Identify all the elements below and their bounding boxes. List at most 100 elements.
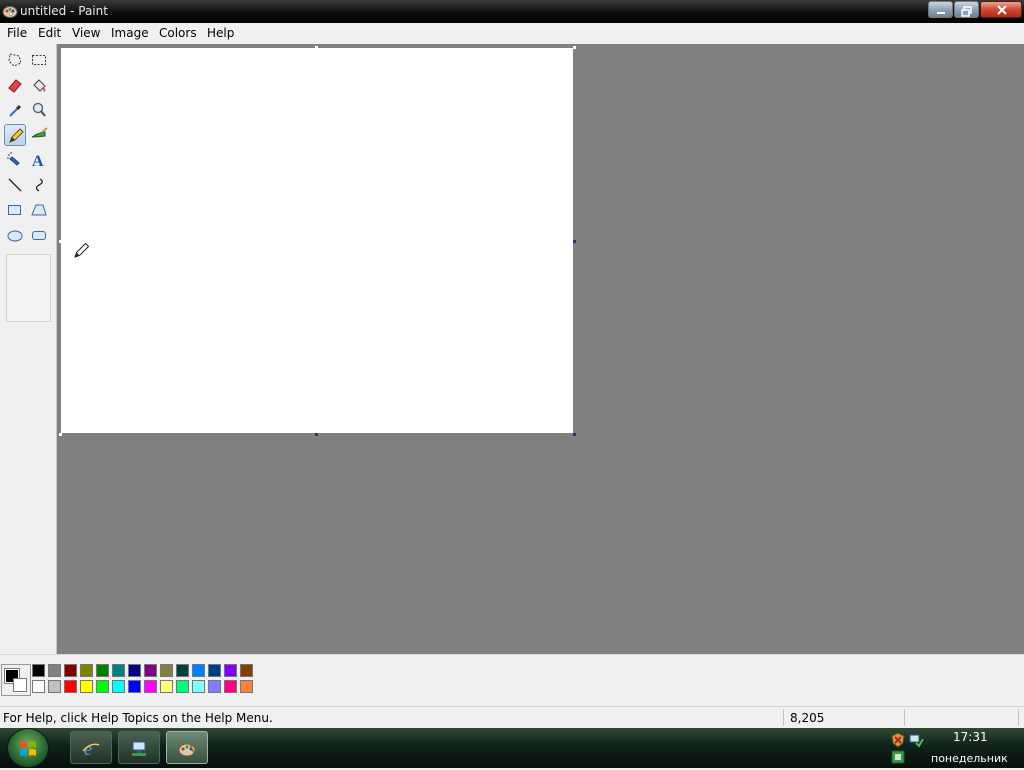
internet-explorer-icon: e <box>82 739 100 759</box>
start-button[interactable] <box>8 729 48 767</box>
brush-icon <box>31 127 48 138</box>
color-swatch[interactable] <box>64 680 77 693</box>
color-swatch[interactable] <box>240 664 253 677</box>
current-colors[interactable] <box>1 664 31 696</box>
clock-day[interactable]: понедельник <box>931 752 1008 765</box>
tool-fill[interactable] <box>28 74 50 96</box>
minimize-button[interactable] <box>928 1 953 18</box>
network-status-icon[interactable] <box>908 732 924 748</box>
title-bar[interactable]: untitled - Paint <box>0 0 1024 23</box>
background-color <box>13 678 27 692</box>
taskbar-paint[interactable] <box>166 731 208 764</box>
drawing-canvas[interactable] <box>61 48 573 433</box>
tool-pencil[interactable] <box>4 124 26 146</box>
color-swatch[interactable] <box>80 664 93 677</box>
tool-line[interactable] <box>4 174 26 196</box>
color-swatch[interactable] <box>176 664 189 677</box>
color-swatch[interactable] <box>48 664 61 677</box>
menu-colors[interactable]: Colors <box>159 26 197 40</box>
tool-text[interactable]: A <box>28 149 50 171</box>
tool-rectangle[interactable] <box>4 199 26 221</box>
menu-image[interactable]: Image <box>111 26 149 40</box>
fill-bucket-icon <box>33 79 46 92</box>
tool-polygon[interactable] <box>28 199 50 221</box>
polygon-icon <box>31 204 47 216</box>
color-swatch[interactable] <box>208 680 221 693</box>
status-separator <box>1018 709 1019 726</box>
menu-view[interactable]: View <box>72 26 100 40</box>
color-swatch[interactable] <box>32 664 45 677</box>
color-swatch[interactable] <box>208 664 221 677</box>
color-swatch[interactable] <box>96 680 109 693</box>
color-swatch[interactable] <box>224 680 237 693</box>
color-swatch[interactable] <box>64 664 77 677</box>
color-swatch[interactable] <box>192 680 205 693</box>
status-separator <box>783 709 784 726</box>
pencil-cursor-icon <box>74 242 90 258</box>
resize-handle-bottom[interactable] <box>315 433 318 436</box>
window-title: untitled - Paint <box>20 4 108 18</box>
color-swatch[interactable] <box>80 680 93 693</box>
status-bar: For Help, click Help Topics on the Help … <box>0 706 1024 729</box>
rounded-rect-icon <box>32 231 46 240</box>
resize-handle-bottom-right[interactable] <box>573 433 576 436</box>
color-swatch[interactable] <box>160 680 173 693</box>
minimize-icon <box>937 12 945 14</box>
resize-handle-right[interactable] <box>573 240 576 243</box>
color-picker-icon <box>9 104 22 117</box>
menu-edit[interactable]: Edit <box>38 26 61 40</box>
rectangle-icon <box>8 205 21 215</box>
tool-free-form-select[interactable] <box>4 49 26 71</box>
tool-color-picker[interactable] <box>4 99 26 121</box>
color-swatch[interactable] <box>128 680 141 693</box>
taskbar-internet-explorer[interactable]: e <box>70 731 112 764</box>
close-button[interactable] <box>980 1 1022 18</box>
color-swatch[interactable] <box>224 664 237 677</box>
color-swatch[interactable] <box>48 680 61 693</box>
color-swatch[interactable] <box>128 664 141 677</box>
color-swatch[interactable] <box>112 664 125 677</box>
ellipse-icon <box>7 230 23 242</box>
color-swatch[interactable] <box>160 664 173 677</box>
tool-rounded-rect[interactable] <box>28 224 50 246</box>
resize-handle-top <box>315 46 318 49</box>
tool-airbrush[interactable] <box>4 149 26 171</box>
color-swatch[interactable] <box>144 680 157 693</box>
resize-handle-top-right <box>573 46 576 49</box>
windows-logo-icon <box>20 741 36 756</box>
resize-handle-left <box>59 240 62 243</box>
tool-curve[interactable] <box>28 174 50 196</box>
taskbar-network[interactable] <box>118 731 160 764</box>
tool-ellipse[interactable] <box>4 224 26 246</box>
clock-time[interactable]: 17:31 <box>953 730 988 744</box>
color-swatch[interactable] <box>96 664 109 677</box>
menu-help[interactable]: Help <box>207 26 234 40</box>
text-icon: A <box>32 153 44 170</box>
tool-box: A <box>0 44 57 654</box>
paint-app-icon <box>178 741 196 757</box>
restore-button[interactable] <box>954 1 979 18</box>
tray-app-icon[interactable] <box>890 749 906 765</box>
tool-options-panel[interactable] <box>6 254 51 322</box>
tool-rect-select[interactable] <box>28 49 50 71</box>
menu-file[interactable]: File <box>7 26 27 40</box>
color-swatch[interactable] <box>176 680 189 693</box>
magnifier-icon <box>32 102 46 117</box>
color-palette <box>0 654 1024 703</box>
color-swatch[interactable] <box>32 680 45 693</box>
color-swatch[interactable] <box>192 664 205 677</box>
color-swatch[interactable] <box>144 664 157 677</box>
status-help-text: For Help, click Help Topics on the Help … <box>3 711 273 725</box>
free-form-select-icon <box>8 53 22 67</box>
curve-icon <box>35 178 43 192</box>
color-swatch[interactable] <box>240 680 253 693</box>
security-alert-icon[interactable] <box>890 732 906 748</box>
resize-handle-bottom-left <box>59 433 62 436</box>
cursor-coordinates: 8,205 <box>790 711 825 725</box>
tool-magnifier[interactable] <box>28 99 50 121</box>
color-swatch[interactable] <box>112 680 125 693</box>
tool-eraser[interactable] <box>4 74 26 96</box>
taskbar: e 17:31 понедельник <box>0 728 1024 768</box>
airbrush-icon <box>7 152 20 166</box>
tool-brush[interactable] <box>28 124 50 146</box>
